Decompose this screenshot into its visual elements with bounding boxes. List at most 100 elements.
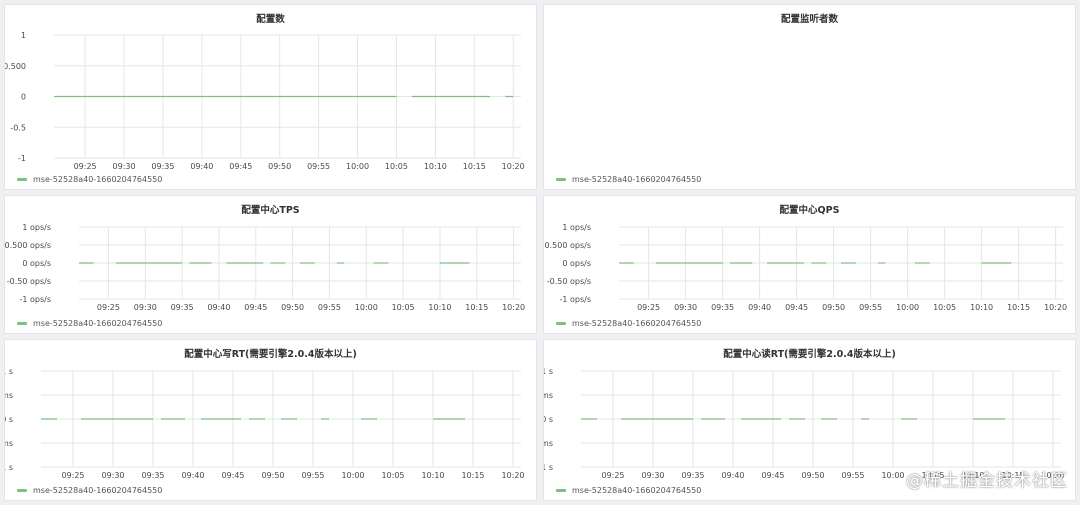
x-tick-label: 09:55 (318, 303, 341, 312)
legend[interactable]: mse-52528a40-1660204764550 (556, 319, 701, 328)
x-tick-label: 10:15 (465, 303, 488, 312)
x-tick-label: 09:30 (113, 162, 136, 171)
x-tick-label: 09:35 (151, 162, 174, 171)
panel-title: 配置中心QPS (779, 205, 840, 216)
y-tick-label: -1 s (5, 463, 13, 472)
legend-label: mse-52528a40-1660204764550 (33, 486, 163, 495)
panel-title: 配置中心写RT(需要引擎2.0.4版本以上) (184, 349, 357, 360)
x-tick-label: 09:45 (761, 471, 784, 480)
chart-panel-tps: 09:25 09:30 09:35 09:40 09:45 09:50 09:55 10:00… (4, 195, 537, 334)
legend-label: mse-52528a40-1660204764550 (572, 319, 702, 328)
x-tick-label: 09:50 (268, 162, 291, 171)
x-tick-label: 09:30 (641, 471, 664, 480)
x-tick-label: 09:45 (229, 162, 252, 171)
x-tick-label: 09:45 (244, 303, 267, 312)
legend-swatch (17, 178, 27, 181)
legend-swatch (17, 322, 27, 325)
y-tick-label: -0.50 ops/s (7, 277, 51, 286)
x-tick-label: 10:00 (881, 471, 904, 480)
legend-swatch (556, 322, 566, 325)
chart-panel-qps: 09:25 09:30 09:35 09:40 09:45 09:50 09:55 10:00… (543, 195, 1076, 334)
legend[interactable]: mse-52528a40-1660204764550 (17, 319, 162, 328)
x-tick-label: 09:55 (859, 303, 882, 312)
x-tick-label: 09:25 (97, 303, 120, 312)
x-tick-label: 10:00 (346, 162, 369, 171)
chart-svg: 09:25 09:30 09:35 09:40 09:45 09:50 09:55 10:00… (5, 367, 525, 480)
y-tick-label: -1 s (544, 463, 553, 472)
y-tick-label: 0.500 ops/s (5, 241, 51, 250)
x-tick-label: 10:15 (461, 471, 484, 480)
legend-label: mse-52528a40-1660204764550 (572, 486, 702, 495)
x-tick-label: 09:55 (301, 471, 324, 480)
x-tick-label: 09:30 (101, 471, 124, 480)
x-tick-label: 10:00 (355, 303, 378, 312)
x-tick-label: 10:20 (502, 162, 525, 171)
y-tick-label: 0 s (544, 415, 553, 424)
x-tick-label: 09:40 (721, 471, 744, 480)
y-tick-label: -1 ops/s (559, 295, 591, 304)
x-tick-label: 09:35 (141, 471, 164, 480)
x-tick-label: 09:50 (261, 471, 284, 480)
y-tick-label: 0.500 (5, 62, 26, 71)
chart-panel-write-rt: 09:25 09:30 09:35 09:40 09:45 09:50 09:55 10:00… (4, 339, 537, 501)
x-tick-label: 09:25 (601, 471, 624, 480)
panel-title: 配置监听者数 (780, 14, 838, 25)
x-tick-label: 09:45 (785, 303, 808, 312)
chart-svg: 09:25 09:30 09:35 09:40 09:45 09:50 09:55 10:00… (545, 223, 1068, 312)
y-tick-label: 0 (21, 93, 26, 102)
legend[interactable]: mse-52528a40-1660204764550 (17, 486, 162, 495)
x-tick-label: 10:05 (933, 303, 956, 312)
y-tick-label: -1 (18, 154, 26, 163)
x-tick-label: 09:45 (221, 471, 244, 480)
x-tick-label: 09:40 (190, 162, 213, 171)
x-tick-label: 10:15 (1007, 303, 1030, 312)
chart-svg: 09:25 09:30 09:35 09:40 09:45 09:50 09:55 10:00… (5, 31, 525, 171)
watermark: @稀土掘金技术社区 (906, 471, 1068, 491)
legend[interactable]: mse-52528a40-1660204764550 (556, 486, 701, 495)
legend[interactable]: mse-52528a40-1660204764550 (556, 175, 701, 184)
x-tick-label: 09:55 (307, 162, 330, 171)
legend-label: mse-52528a40-1660204764550 (572, 175, 702, 184)
x-tick-label: 09:55 (841, 471, 864, 480)
x-tick-label: 10:00 (341, 471, 364, 480)
y-tick-label: 500 ms (544, 391, 553, 400)
chart-panel-config-count: 09:25 09:30 09:35 09:40 09:45 09:50 09:55 10:00… (4, 4, 537, 190)
x-tick-label: 09:25 (74, 162, 97, 171)
x-tick-label: 09:25 (637, 303, 660, 312)
legend-label: mse-52528a40-1660204764550 (33, 319, 163, 328)
x-tick-label: 10:05 (385, 162, 408, 171)
x-tick-label: 09:50 (822, 303, 845, 312)
x-tick-label: 10:10 (970, 303, 993, 312)
y-tick-label: -0.50 ops/s (547, 277, 591, 286)
legend[interactable]: mse-52528a40-1660204764550 (17, 175, 162, 184)
x-tick-label: 10:00 (896, 303, 919, 312)
y-tick-label: 1 (21, 31, 26, 40)
x-tick-label: 09:30 (674, 303, 697, 312)
x-tick-label: 10:10 (424, 162, 447, 171)
x-tick-label: 10:05 (392, 303, 415, 312)
x-tick-label: 10:20 (502, 303, 525, 312)
x-tick-label: 09:40 (748, 303, 771, 312)
y-tick-label: -1 ops/s (19, 295, 51, 304)
legend-swatch (17, 489, 27, 492)
y-tick-label: 0 ops/s (22, 259, 51, 268)
x-tick-label: 09:35 (711, 303, 734, 312)
x-tick-label: 10:05 (381, 471, 404, 480)
y-tick-label: -0.5 (10, 123, 26, 132)
y-tick-label: 0 ops/s (562, 259, 591, 268)
y-tick-label: 0 s (5, 415, 13, 424)
y-tick-label: 500 ms (5, 391, 13, 400)
x-tick-label: 09:30 (134, 303, 157, 312)
y-tick-label: -500 ms (544, 439, 553, 448)
y-tick-label: 1 s (544, 367, 553, 376)
x-tick-label: 10:15 (463, 162, 486, 171)
legend-swatch (556, 489, 566, 492)
chart-svg: 09:2509:3009:3509:4009:4509:5009:5510:00… (544, 5, 1076, 190)
x-tick-label: 10:20 (501, 471, 524, 480)
y-tick-label: -500 ms (5, 439, 13, 448)
x-tick-label: 10:10 (428, 303, 451, 312)
x-tick-label: 09:50 (281, 303, 304, 312)
x-tick-label: 09:25 (61, 471, 84, 480)
x-tick-label: 09:40 (207, 303, 230, 312)
x-tick-label: 09:40 (181, 471, 204, 480)
